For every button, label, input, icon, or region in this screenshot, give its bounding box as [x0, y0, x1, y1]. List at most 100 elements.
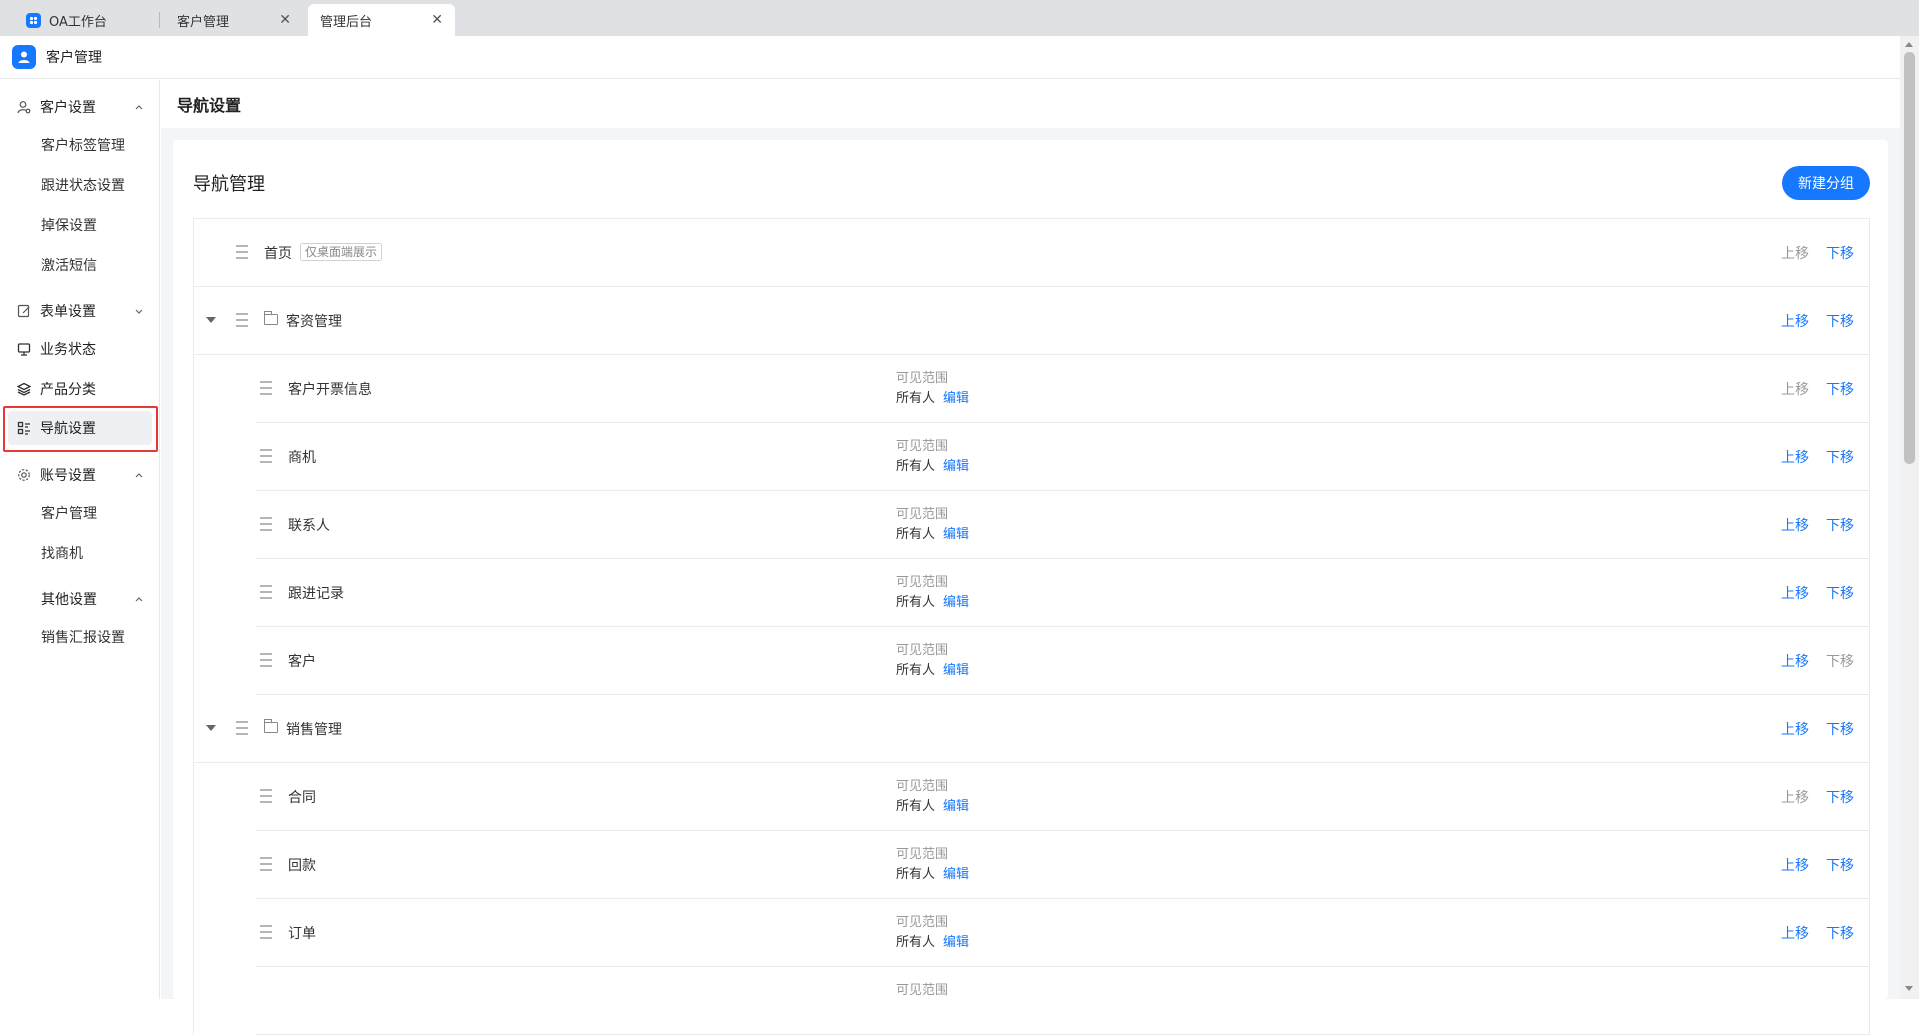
- card-title: 导航管理: [193, 174, 265, 195]
- monitor-icon: [16, 341, 32, 357]
- edit-link[interactable]: 编辑: [943, 663, 969, 678]
- move-up-button[interactable]: 上移: [1781, 515, 1809, 535]
- drag-handle-icon[interactable]: [260, 517, 272, 531]
- edit-link[interactable]: 编辑: [943, 799, 969, 814]
- visible-scope: 可见范围 所有人 编辑: [896, 575, 970, 610]
- close-icon[interactable]: ✕: [279, 12, 291, 28]
- move-down-button[interactable]: 下移: [1826, 515, 1854, 535]
- nav-item-name: 跟进记录: [288, 586, 344, 602]
- edit-link[interactable]: 编辑: [943, 935, 969, 950]
- table-row-group: 客资管理 上移 下移: [194, 287, 1869, 355]
- sidebar-item-business-status[interactable]: 业务状态: [0, 334, 160, 364]
- nav-item-name: 订单: [288, 926, 316, 942]
- app-header: 客户管理: [0, 36, 1900, 79]
- close-icon[interactable]: ✕: [431, 12, 443, 28]
- table-row: 合同 可见范围 所有人 编辑 上移 下移: [256, 763, 1869, 831]
- chevron-up-icon: [134, 100, 144, 116]
- drag-handle-icon[interactable]: [260, 925, 272, 939]
- move-down-button[interactable]: 下移: [1826, 311, 1854, 331]
- visible-scope: 可见范围 所有人 编辑: [896, 507, 970, 542]
- move-down-button[interactable]: 下移: [1826, 719, 1854, 739]
- move-up-button[interactable]: 上移: [1781, 923, 1809, 943]
- move-down-button[interactable]: 下移: [1826, 583, 1854, 603]
- move-up-button[interactable]: 上移: [1781, 243, 1809, 263]
- nav-item-name: 商机: [288, 450, 316, 466]
- oa-logo-icon: [26, 12, 41, 28]
- move-up-button[interactable]: 上移: [1781, 311, 1809, 331]
- table-row: 可见范围: [256, 967, 1869, 1035]
- move-down-button[interactable]: 下移: [1826, 379, 1854, 399]
- user-settings-icon: [16, 99, 32, 115]
- sidebar-item-activation-sms[interactable]: 激活短信: [0, 250, 160, 280]
- move-down-button[interactable]: 下移: [1826, 447, 1854, 467]
- drag-handle-icon[interactable]: [260, 381, 272, 395]
- move-down-button[interactable]: 下移: [1826, 651, 1854, 671]
- edit-link[interactable]: 编辑: [943, 459, 969, 474]
- drag-handle-icon[interactable]: [236, 245, 248, 259]
- move-up-button[interactable]: 上移: [1781, 719, 1809, 739]
- drag-handle-icon[interactable]: [236, 313, 248, 327]
- tab-oa-workbench[interactable]: OA工作台: [14, 4, 154, 36]
- layers-icon: [16, 381, 32, 397]
- sidebar-item-account-customer-management[interactable]: 客户管理: [0, 498, 160, 528]
- app-title: 客户管理: [46, 50, 102, 66]
- move-down-button[interactable]: 下移: [1826, 855, 1854, 875]
- move-up-button[interactable]: 上移: [1781, 379, 1809, 399]
- move-up-button[interactable]: 上移: [1781, 787, 1809, 807]
- caret-down-icon[interactable]: [206, 725, 216, 731]
- navigation-management-card: 导航管理 新建分组 首页 仅桌面端展示 上移 下移 客资管理 上移 下移 客户开…: [173, 140, 1888, 1035]
- table-row: 跟进记录 可见范围 所有人 编辑 上移 下移: [256, 559, 1869, 627]
- scrollbar-thumb[interactable]: [1904, 52, 1915, 464]
- tab-label: 管理后台: [320, 14, 373, 30]
- tab-customer-management[interactable]: 客户管理 ✕: [165, 4, 303, 36]
- move-down-button[interactable]: 下移: [1826, 243, 1854, 263]
- sidebar-item-sales-report-settings[interactable]: 销售汇报设置: [0, 622, 160, 652]
- visible-scope: 可见范围 所有人 编辑: [896, 779, 970, 814]
- tab-label: 客户管理: [177, 14, 230, 30]
- sidebar-group-form-settings[interactable]: 表单设置: [0, 296, 160, 326]
- visible-scope: 可见范围 所有人 编辑: [896, 371, 970, 406]
- sidebar-item-drop-settings[interactable]: 掉保设置: [0, 210, 160, 240]
- caret-down-icon[interactable]: [206, 317, 216, 323]
- drag-handle-icon[interactable]: [236, 721, 248, 735]
- edit-link[interactable]: 编辑: [943, 391, 969, 406]
- sidebar-group-other-settings[interactable]: 其他设置: [0, 584, 160, 614]
- new-group-button[interactable]: 新建分组: [1782, 166, 1870, 200]
- sidebar-item-customer-tags[interactable]: 客户标签管理: [0, 130, 160, 160]
- table-row: 客户开票信息 可见范围 所有人 编辑 上移 下移: [256, 355, 1869, 423]
- drag-handle-icon[interactable]: [260, 789, 272, 803]
- table-row: 回款 可见范围 所有人 编辑 上移 下移: [256, 831, 1869, 899]
- navigation-table: 首页 仅桌面端展示 上移 下移 客资管理 上移 下移 客户开票信息 可见范围 所…: [193, 218, 1870, 1035]
- drag-handle-icon[interactable]: [260, 857, 272, 871]
- table-row: 客户 可见范围 所有人 编辑 上移 下移: [256, 627, 1869, 695]
- edit-link[interactable]: 编辑: [943, 595, 969, 610]
- sidebar-group-account-settings[interactable]: 账号设置: [0, 460, 160, 490]
- drag-handle-icon[interactable]: [260, 585, 272, 599]
- tab-label: OA工作台: [49, 14, 107, 30]
- drag-handle-icon[interactable]: [260, 449, 272, 463]
- tab-admin-console[interactable]: 管理后台 ✕: [308, 4, 455, 36]
- move-up-button[interactable]: 上移: [1781, 583, 1809, 603]
- move-up-button[interactable]: 上移: [1781, 651, 1809, 671]
- move-up-button[interactable]: 上移: [1781, 855, 1809, 875]
- nav-item-name: 合同: [288, 790, 316, 806]
- scroll-up-arrow-icon[interactable]: [1905, 42, 1913, 47]
- move-up-button[interactable]: 上移: [1781, 447, 1809, 467]
- sidebar-item-product-category[interactable]: 产品分类: [0, 374, 160, 404]
- edit-link[interactable]: 编辑: [943, 867, 969, 882]
- sidebar-group-customer-settings[interactable]: 客户设置: [0, 92, 160, 122]
- page-title: 导航设置: [161, 80, 1900, 128]
- drag-handle-icon[interactable]: [260, 653, 272, 667]
- sidebar-item-followup-status[interactable]: 跟进状态设置: [0, 170, 160, 200]
- nav-item-name: 联系人: [288, 518, 330, 534]
- edit-link[interactable]: 编辑: [943, 527, 969, 542]
- visible-scope: 可见范围 所有人 编辑: [896, 643, 970, 678]
- user-app-icon: [12, 45, 36, 69]
- move-down-button[interactable]: 下移: [1826, 923, 1854, 943]
- scroll-down-arrow-icon[interactable]: [1905, 986, 1913, 991]
- browser-tab-bar: OA工作台 客户管理 ✕ 管理后台 ✕: [0, 0, 1919, 36]
- nav-item-name: 首页: [264, 246, 292, 262]
- sidebar-item-find-opportunity[interactable]: 找商机: [0, 538, 160, 568]
- table-row: 首页 仅桌面端展示 上移 下移: [194, 219, 1869, 287]
- move-down-button[interactable]: 下移: [1826, 787, 1854, 807]
